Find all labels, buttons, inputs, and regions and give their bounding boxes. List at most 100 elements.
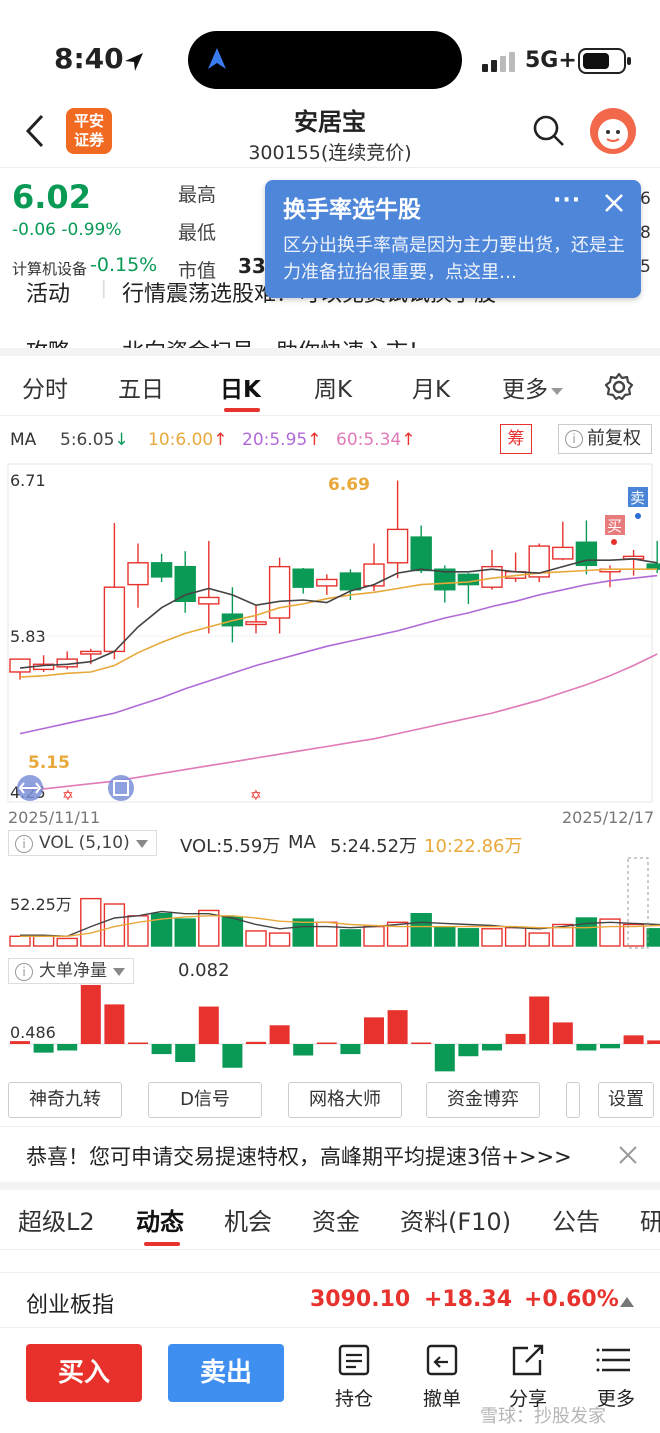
tool-clipped[interactable] xyxy=(566,1082,580,1118)
tab-daily-k[interactable]: 日K xyxy=(220,370,261,404)
tab-more[interactable]: 更多 xyxy=(502,370,564,404)
tool-grid-master[interactable]: 网格大师 xyxy=(288,1082,402,1118)
index-percent: +0.60% xyxy=(524,1287,619,1312)
netflow-bar xyxy=(576,1044,597,1051)
tab-intraday[interactable]: 分时 xyxy=(22,370,68,404)
netflow-bar xyxy=(505,1033,526,1044)
candle-body xyxy=(127,562,149,586)
netflow-y-label: 0.486 xyxy=(10,1023,56,1042)
battery-icon xyxy=(578,48,631,74)
close-icon[interactable] xyxy=(618,1145,638,1165)
tool-nine-turn[interactable]: 神奇九转 xyxy=(8,1082,122,1118)
status-bar: 8:40 5G+ xyxy=(0,0,660,100)
netflow-bar xyxy=(198,1006,219,1044)
low-label: 最低 xyxy=(178,222,217,244)
netflow-selector[interactable]: i 大单净量 xyxy=(8,958,134,984)
buy-button[interactable]: 买入 xyxy=(26,1344,142,1402)
popup-body: 区分出换手率高是因为主力要出货，还是主力准备拉抬很重要，点这里… xyxy=(283,235,625,283)
strategy-row[interactable]: 攻略 北向资金扫号，助你快速入市！ xyxy=(0,330,660,348)
volume-bar xyxy=(292,918,314,947)
tab-five-day[interactable]: 五日 xyxy=(118,370,164,404)
volume-bar xyxy=(9,935,31,947)
tab-research[interactable]: 研 xyxy=(640,1202,660,1237)
volume-bar xyxy=(268,932,291,947)
ma60-value: 60:5.34↑ xyxy=(336,430,416,450)
zoom-out-icon xyxy=(17,775,43,801)
ma-label: MA xyxy=(10,430,37,450)
netflow-bar xyxy=(482,1044,502,1051)
svg-text:卖: 卖 xyxy=(630,489,645,507)
share-button[interactable]: 分享 xyxy=(498,1340,558,1410)
low-annotation: 5.15 xyxy=(28,753,70,773)
chip-distribution-button[interactable]: 筹 xyxy=(500,424,532,454)
vol-ma5: 5:24.52万 xyxy=(330,836,418,857)
edge-values: 685 xyxy=(640,189,651,277)
index-value: 3090.10 xyxy=(310,1287,411,1312)
netflow-chart[interactable]: 0.486 xyxy=(0,984,660,1078)
tab-underline xyxy=(224,408,260,412)
tab-monthly-k[interactable]: 月K xyxy=(412,370,450,404)
close-icon[interactable] xyxy=(603,192,625,214)
volume-bar xyxy=(56,937,78,947)
search-icon[interactable] xyxy=(532,114,566,148)
date-start: 2025/11/11 xyxy=(8,808,101,827)
expand-up-icon[interactable] xyxy=(620,1297,634,1307)
tab-funds[interactable]: 资金 xyxy=(312,1202,360,1237)
candle-body xyxy=(174,565,196,603)
tab-super-l2[interactable]: 超级L2 xyxy=(18,1202,95,1237)
netflow-bar xyxy=(222,1044,243,1068)
tool-d-signal[interactable]: D信号 xyxy=(148,1082,262,1118)
tab-weekly-k[interactable]: 周K xyxy=(314,370,352,404)
ma10-value: 10:6.00↑ xyxy=(148,430,228,450)
notice-text[interactable]: 恭喜！您可申请交易提速特权，高峰期平均提速3倍+>>> xyxy=(26,1141,572,1171)
cancel-order-button[interactable]: 撤单 xyxy=(412,1340,472,1410)
ma20-value: 20:5.95↑ xyxy=(242,430,322,450)
kline-chart[interactable]: 6.71 5.83 6.69 5.15 4.25 ✡ ✡ 卖 买 xyxy=(0,460,660,806)
tool-settings[interactable]: 设置 xyxy=(598,1082,654,1118)
tab-news[interactable]: 动态 xyxy=(136,1202,184,1237)
ma5-value: 5:6.05↓ xyxy=(60,430,129,450)
index-change: +18.34 xyxy=(424,1287,513,1312)
index-bar[interactable]: 创业板指 3090.10 +18.34 +0.60% xyxy=(0,1272,660,1328)
volume-bar xyxy=(80,897,102,947)
volume-bar xyxy=(316,921,338,947)
volume-bar xyxy=(339,929,362,947)
adjust-button[interactable]: i 前复权 xyxy=(558,424,652,454)
netflow-bar xyxy=(33,1044,54,1053)
tab-f10[interactable]: 资料(F10) xyxy=(400,1202,511,1237)
sector-name[interactable]: 计算机设备 xyxy=(12,258,87,279)
navigation-icon xyxy=(208,48,226,69)
avatar[interactable] xyxy=(590,108,636,154)
cancel-order-icon xyxy=(426,1344,458,1376)
more-button[interactable]: 更多 xyxy=(586,1340,646,1410)
notice-bar[interactable]: 恭喜！您可申请交易提速特权，高峰期平均提速3倍+>>> xyxy=(0,1126,660,1182)
volume-chart[interactable]: 52.25万 xyxy=(0,856,660,952)
netflow-bar xyxy=(128,1042,148,1044)
volume-bar xyxy=(434,926,456,947)
positions-button[interactable]: 持仓 xyxy=(324,1340,384,1410)
sell-button[interactable]: 卖出 xyxy=(168,1344,284,1402)
promo-popup[interactable]: 换手率选牛股 ··· 区分出换手率高是因为主力要出货，还是主力准备拉抬很重要，点… xyxy=(265,180,641,298)
mcap-value: 33 xyxy=(238,254,266,278)
tab-announcements[interactable]: 公告 xyxy=(552,1202,600,1237)
netflow-bar xyxy=(316,1042,337,1044)
tool-fund-game[interactable]: 资金博弈 xyxy=(426,1082,540,1118)
positions-icon xyxy=(338,1344,370,1376)
netflow-bar xyxy=(104,1004,125,1044)
vol-y-label: 52.25万 xyxy=(10,895,72,914)
candle-body xyxy=(316,578,338,587)
vol-header: i VOL (5,10) VOL:5.59万 MA 5:24.52万 10:22.… xyxy=(0,830,660,858)
vol-selector[interactable]: i VOL (5,10) xyxy=(8,830,157,856)
candle-body xyxy=(410,536,432,572)
vol-value: VOL:5.59万 xyxy=(180,836,281,857)
zoom-in-icon xyxy=(108,775,134,801)
network-type: 5G+ xyxy=(525,48,577,73)
buy-dot xyxy=(611,539,617,545)
gear-icon[interactable] xyxy=(604,372,634,402)
popup-more-button[interactable]: ··· xyxy=(553,188,581,213)
divider xyxy=(0,1182,660,1190)
candle-body xyxy=(198,596,220,605)
tab-opportunity[interactable]: 机会 xyxy=(224,1202,272,1237)
mcap-label: 市值 xyxy=(178,260,217,282)
sell-dot xyxy=(635,513,641,519)
